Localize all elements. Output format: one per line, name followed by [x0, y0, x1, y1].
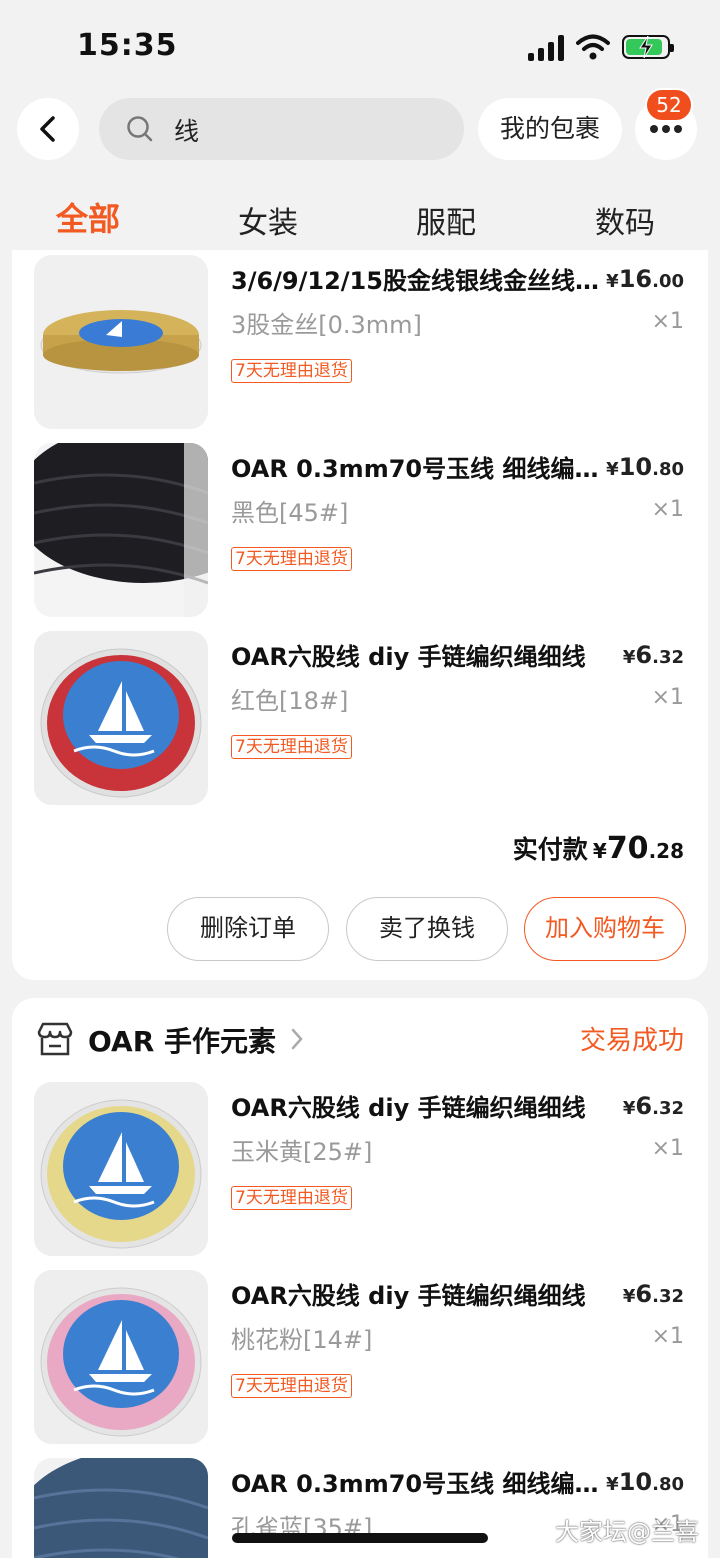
order-item[interactable]: OAR六股线 diy 手链编织绳细线 ¥6.32 桃花粉[14#] ×1 7天无… [12, 1270, 708, 1445]
product-qty: ×1 [651, 497, 684, 522]
signal-icon [528, 35, 564, 61]
tab-accessories[interactable]: 服配 [416, 198, 476, 242]
home-indicator[interactable] [232, 1533, 488, 1543]
product-price: ¥10.80 [606, 453, 684, 481]
product-qty: ×1 [651, 1324, 684, 1349]
return-policy-tag: 7天无理由退货 [231, 1186, 352, 1210]
product-price: ¥6.32 [622, 1280, 684, 1308]
shop-name: OAR 手作元素 [88, 1025, 277, 1058]
product-image [34, 443, 208, 617]
order-item[interactable]: OAR六股线 diy 手链编织绳细线 ¥6.32 红色[18#] ×1 7天无理… [12, 631, 708, 806]
product-title: OAR六股线 diy 手链编织绳细线 [231, 1282, 586, 1310]
product-image [34, 1270, 208, 1444]
top-bar: 线 我的包裹 [0, 98, 720, 160]
product-image [34, 631, 208, 805]
product-qty: ×1 [651, 1136, 684, 1161]
more-dots-icon [650, 125, 682, 133]
tab-womens[interactable]: 女装 [238, 198, 298, 242]
product-price: ¥10.80 [606, 1468, 684, 1496]
order-card: 3/6/9/12/15股金线银线金丝线手工编织 ¥16.00 3股金丝[0.3m… [12, 250, 708, 980]
product-image [34, 255, 208, 429]
status-bar: 15:35 [0, 0, 720, 92]
search-query: 线 [174, 117, 200, 146]
return-policy-tag: 7天无理由退货 [231, 735, 352, 759]
return-policy-tag: 7天无理由退货 [231, 547, 352, 571]
add-to-cart-button[interactable]: 加入购物车 [524, 897, 686, 961]
order-total: 实付款 ¥70.28 [512, 831, 684, 866]
order-item[interactable]: OAR六股线 diy 手链编织绳细线 ¥6.32 玉米黄[25#] ×1 7天无… [12, 1082, 708, 1257]
chevron-right-icon [291, 1028, 303, 1050]
product-price: ¥16.00 [606, 265, 684, 293]
product-price: ¥6.32 [622, 1092, 684, 1120]
product-spec: 玉米黄[25#] [231, 1138, 373, 1166]
total-label: 实付款 [512, 835, 588, 864]
resell-button[interactable]: 卖了换钱 [346, 897, 508, 961]
product-spec: 桃花粉[14#] [231, 1326, 373, 1354]
order-item[interactable]: 3/6/9/12/15股金线银线金丝线手工编织 ¥16.00 3股金丝[0.3m… [12, 255, 708, 430]
delete-order-button[interactable]: 删除订单 [167, 897, 329, 961]
product-title: 3/6/9/12/15股金线银线金丝线手工编织 [231, 267, 611, 295]
search-icon [127, 116, 153, 142]
product-title: OAR 0.3mm70号玉线 细线编织手链 [231, 1470, 611, 1498]
product-spec: 红色[18#] [231, 687, 349, 715]
product-title: OAR六股线 diy 手链编织绳细线 [231, 643, 586, 671]
product-price: ¥6.32 [622, 641, 684, 669]
notification-badge: 52 [645, 88, 693, 122]
return-policy-tag: 7天无理由退货 [231, 1374, 352, 1398]
order-card: OAR 手作元素 交易成功 OAR六股线 diy 手链编织绳细线 ¥6.32 玉… [12, 998, 708, 1558]
store-icon [37, 1022, 73, 1056]
total-amount: 70 [606, 831, 649, 866]
return-policy-tag: 7天无理由退货 [231, 359, 352, 383]
product-title: OAR六股线 diy 手链编织绳细线 [231, 1094, 586, 1122]
tab-digital[interactable]: 数码 [595, 198, 655, 242]
product-image [34, 1458, 208, 1558]
tab-all[interactable]: 全部 [56, 194, 120, 240]
search-input[interactable]: 线 [99, 98, 464, 160]
product-title: OAR 0.3mm70号玉线 细线编织手链 [231, 455, 611, 483]
battery-icon [622, 35, 674, 59]
wifi-icon [576, 34, 610, 60]
back-button[interactable] [17, 98, 79, 160]
chevron-left-icon [40, 116, 55, 142]
watermark: 大家坛@兰喜 [555, 1518, 699, 1546]
order-item[interactable]: OAR 0.3mm70号玉线 细线编织手链 ¥10.80 黑色[45#] ×1 … [12, 443, 708, 618]
my-packages-button[interactable]: 我的包裹 [478, 98, 622, 160]
product-image [34, 1082, 208, 1256]
order-status: 交易成功 [579, 1026, 684, 1056]
product-qty: ×1 [651, 309, 684, 334]
category-tabs: 全部 女装 服配 数码 [0, 186, 720, 246]
status-time: 15:35 [77, 28, 178, 63]
product-qty: ×1 [651, 685, 684, 710]
product-spec: 黑色[45#] [231, 499, 349, 527]
product-spec: 3股金丝[0.3mm] [231, 311, 422, 339]
